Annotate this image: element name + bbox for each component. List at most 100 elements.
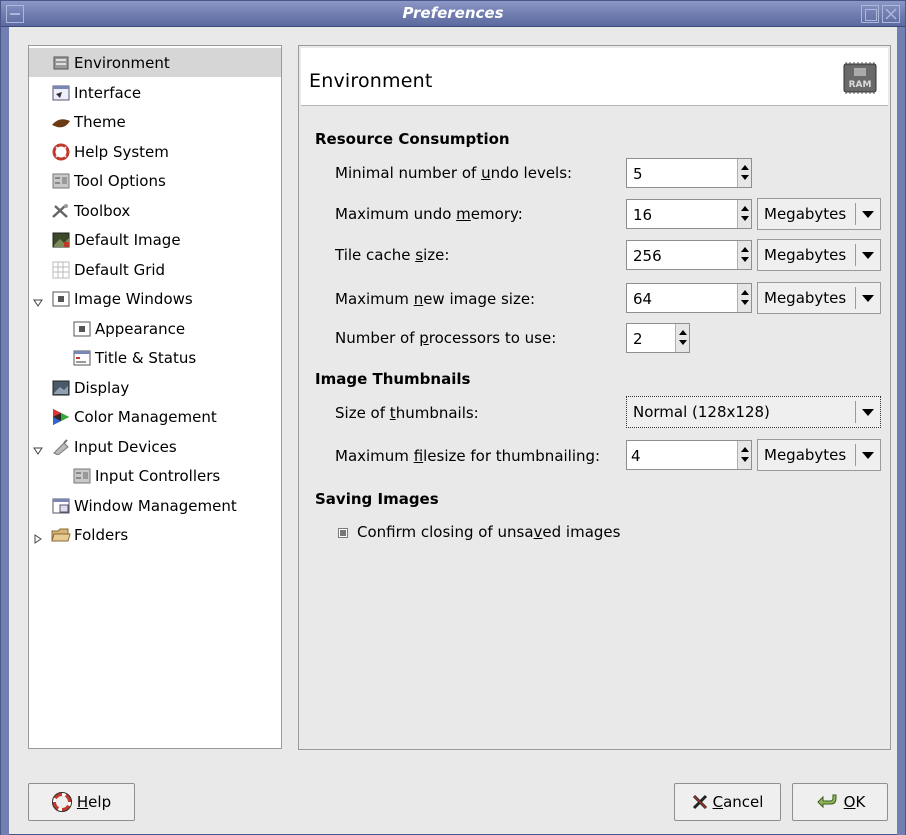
environment-icon (51, 54, 71, 72)
undo-memory-unit-combo[interactable]: Megabytes (757, 198, 881, 230)
thumbnail-filesize-spinner[interactable]: 4 (626, 440, 752, 470)
expander-closed-icon[interactable] (33, 530, 43, 544)
combo-separator (855, 444, 856, 466)
cancel-x-icon (692, 794, 708, 810)
ok-button-label: OK (843, 793, 866, 811)
processors-value: 2 (633, 330, 643, 348)
combo-separator (855, 287, 856, 309)
tile-cache-value: 256 (633, 247, 662, 265)
tile-cache-unit-combo[interactable]: Megabytes (757, 239, 881, 271)
folders-icon (51, 526, 71, 544)
new-image-size-value: 64 (633, 290, 653, 308)
undo-memory-label: Maximum undo memory: (335, 205, 523, 223)
tree-item-label: Tool Options (74, 171, 166, 190)
chevron-down-icon (862, 252, 874, 259)
new-image-size-spinner[interactable]: 64 (626, 283, 752, 313)
spin-arrows-icon[interactable] (737, 159, 751, 187)
input-controllers-icon (72, 467, 92, 485)
maximize-button[interactable] (861, 5, 879, 23)
new-image-size-label: Maximum new image size: (335, 290, 536, 308)
tree-item-label: Window Management (74, 496, 237, 515)
tree-item-label: Default Grid (74, 260, 166, 279)
tree-item-tool-options[interactable]: Tool Options (29, 166, 281, 195)
spin-arrows-icon[interactable] (675, 324, 689, 352)
tree-item-display[interactable]: Display (29, 373, 281, 402)
close-icon (885, 8, 897, 20)
tree-item-input-controllers[interactable]: Input Controllers (29, 461, 281, 490)
tree-item-label: Default Image (74, 230, 181, 249)
tree-item-label: Toolbox (74, 201, 131, 220)
tree-item-label: Title & Status (95, 348, 197, 367)
tree-item-label: Input Controllers (95, 466, 221, 485)
tree-item-label: Display (74, 378, 130, 397)
resource-consumption-heading: Resource Consumption (315, 130, 510, 148)
tree-item-label: Help System (74, 142, 169, 161)
expander-open-icon[interactable] (33, 294, 43, 307)
tile-cache-unit: Megabytes (764, 246, 847, 264)
thumbnail-size-value: Normal (128x128) (633, 403, 770, 421)
preferences-window: Preferences Environment Interface Theme … (0, 0, 906, 835)
new-image-size-unit: Megabytes (764, 289, 847, 307)
cancel-button-label: Cancel (712, 793, 764, 811)
spin-arrows-icon[interactable] (737, 441, 751, 469)
tree-item-folders[interactable]: Folders (29, 520, 281, 549)
tree-item-default-grid[interactable]: Default Grid (29, 255, 281, 284)
help-button-label: Help (76, 793, 112, 811)
undo-memory-spinner[interactable]: 16 (626, 199, 752, 229)
processors-spinner[interactable]: 2 (626, 323, 690, 353)
panel-header: Environment RAM (301, 48, 888, 106)
spin-arrows-icon[interactable] (737, 241, 751, 269)
toolbox-icon (51, 202, 71, 220)
tree-item-input-devices[interactable]: Input Devices (29, 432, 281, 461)
tree-item-default-image[interactable]: Default Image (29, 225, 281, 254)
spin-arrows-icon[interactable] (737, 200, 751, 228)
category-tree[interactable]: Environment Interface Theme Help System … (28, 45, 282, 749)
undo-levels-label: Minimal number of undo levels: (335, 164, 573, 182)
ram-icon: RAM (840, 58, 880, 98)
image-thumbnails-heading: Image Thumbnails (315, 370, 471, 388)
chevron-down-icon (862, 211, 874, 218)
tree-item-label: Theme (74, 112, 126, 131)
confirm-close-label[interactable]: Confirm closing of unsaved images (357, 523, 620, 541)
undo-levels-spinner[interactable]: 5 (626, 158, 752, 188)
thumbnail-filesize-value: 4 (631, 447, 641, 465)
tree-item-image-windows[interactable]: Image Windows (29, 284, 281, 313)
tree-item-theme[interactable]: Theme (29, 107, 281, 136)
combo-separator (855, 203, 856, 225)
tree-item-window-management[interactable]: Window Management (29, 491, 281, 520)
svg-text:RAM: RAM (849, 80, 872, 90)
theme-icon (51, 113, 71, 131)
thumbnail-size-select[interactable]: Normal (128x128) (626, 396, 881, 428)
tree-item-color-management[interactable]: Color Management (29, 402, 281, 431)
title-status-icon (72, 349, 92, 367)
help-button[interactable]: Help (28, 783, 135, 821)
tree-item-interface[interactable]: Interface (29, 78, 281, 107)
tree-item-toolbox[interactable]: Toolbox (29, 196, 281, 225)
chevron-down-icon (862, 452, 874, 459)
tree-item-appearance[interactable]: Appearance (29, 314, 281, 343)
tree-item-help-system[interactable]: Help System (29, 137, 281, 166)
tree-item-environment[interactable]: Environment (29, 48, 281, 77)
new-image-size-unit-combo[interactable]: Megabytes (757, 282, 881, 314)
expander-open-icon[interactable] (33, 442, 43, 455)
preferences-panel: Environment RAM Resource Consumption Min… (298, 45, 891, 750)
help-system-icon (51, 143, 71, 161)
cancel-button[interactable]: Cancel (674, 783, 781, 821)
tree-item-title-status[interactable]: Title & Status (29, 343, 281, 372)
undo-levels-value: 5 (633, 165, 643, 183)
confirm-close-checkbox[interactable] (338, 528, 348, 538)
tree-item-label: Folders (74, 525, 129, 544)
tree-item-label: Appearance (95, 319, 186, 338)
tile-cache-spinner[interactable]: 256 (626, 240, 752, 270)
spin-arrows-icon[interactable] (737, 284, 751, 312)
ok-button[interactable]: OK (792, 783, 888, 821)
window-left-border (1, 27, 9, 835)
undo-memory-unit: Megabytes (764, 205, 847, 223)
tool-options-icon (51, 172, 71, 190)
title-bar[interactable]: Preferences (1, 1, 905, 27)
tree-item-label: Environment (74, 53, 170, 72)
close-button[interactable] (882, 5, 900, 23)
thumbnail-filesize-unit-combo[interactable]: Megabytes (757, 439, 881, 471)
thumbnail-size-label: Size of thumbnails: (335, 404, 479, 422)
chevron-down-icon (862, 295, 874, 302)
